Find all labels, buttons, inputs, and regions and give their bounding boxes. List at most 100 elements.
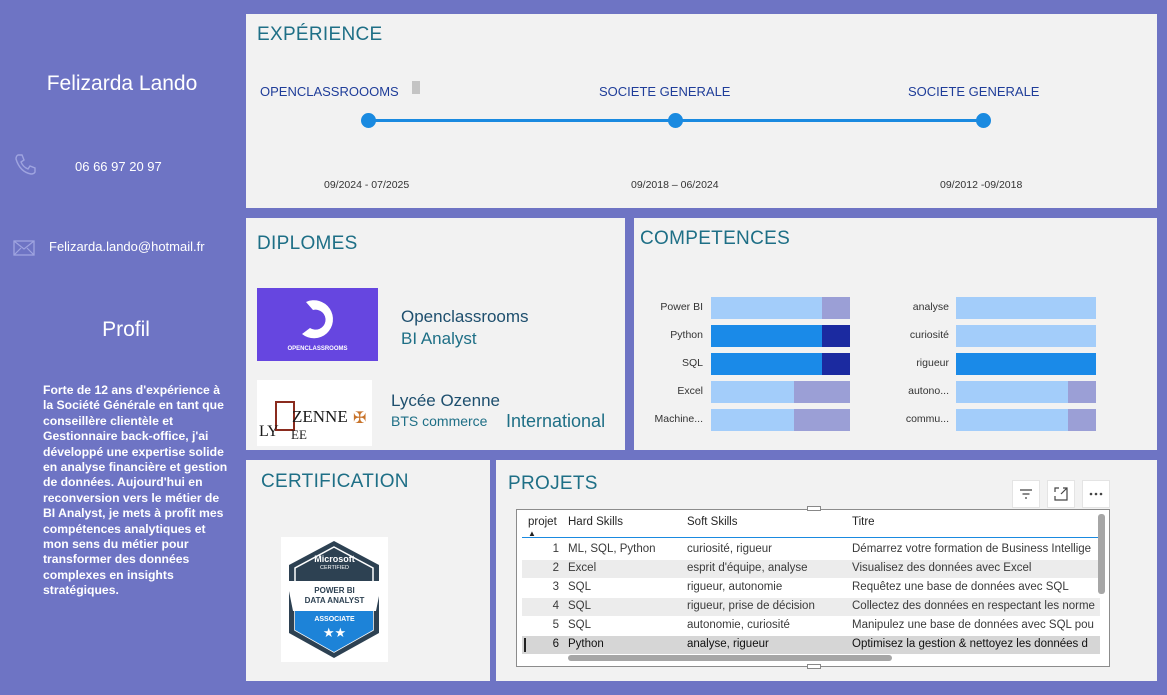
resize-handle[interactable] bbox=[807, 506, 821, 511]
table-cell: Visualisez des données avec Excel bbox=[852, 562, 1032, 574]
table-cell: analyse, rigueur bbox=[687, 638, 769, 650]
diplome-degree: International bbox=[506, 411, 606, 431]
skill-bar-fill[interactable] bbox=[956, 381, 1068, 403]
column-header[interactable]: projet bbox=[528, 516, 557, 528]
openclassrooms-logo: OPENCLASSROOMS bbox=[257, 288, 378, 361]
table-cell: SQL bbox=[568, 581, 592, 593]
star-icon: ★★ bbox=[322, 625, 347, 640]
row-selected-marker bbox=[524, 638, 526, 652]
badge-level: ASSOCIATE bbox=[314, 616, 355, 623]
skill-bar-remaining[interactable] bbox=[794, 381, 850, 403]
skill-label: Machine... bbox=[654, 413, 703, 425]
column-header[interactable]: Hard Skills bbox=[568, 516, 623, 528]
certification-badge: Microsoft CERTIFIED POWER BI DATA ANALYS… bbox=[281, 537, 388, 662]
badge-sub: CERTIFIED bbox=[320, 565, 349, 571]
table-cell: Collectez des données en respectant les … bbox=[852, 600, 1095, 612]
skill-bar-remaining[interactable] bbox=[822, 353, 850, 375]
skill-label: Excel bbox=[677, 385, 703, 397]
horizontal-scrollbar[interactable] bbox=[568, 655, 892, 661]
diplomes-title: DIPLOMES bbox=[257, 233, 358, 254]
projets-title: PROJETS bbox=[508, 473, 598, 494]
skill-label: curiosité bbox=[909, 329, 949, 341]
badge-line2: DATA ANALYST bbox=[304, 596, 365, 605]
timeline-dot[interactable] bbox=[361, 113, 376, 128]
experience-company: SOCIETE GENERALE bbox=[599, 84, 731, 99]
profile-name: Felizarda Lando bbox=[46, 72, 198, 95]
skill-bar-remaining[interactable] bbox=[822, 325, 850, 347]
logo-text: EE bbox=[291, 427, 307, 442]
timeline-dot[interactable] bbox=[976, 113, 991, 128]
experience-dates: 09/2024 - 07/2025 bbox=[324, 179, 410, 191]
profil-text: Forte de 12 ans d'expérience à la Sociét… bbox=[43, 383, 228, 598]
skill-label: rigueur bbox=[916, 357, 949, 369]
skill-label: SQL bbox=[681, 357, 703, 369]
column-header[interactable]: Titre bbox=[852, 516, 875, 528]
skill-bar-fill[interactable] bbox=[711, 297, 822, 319]
table-cell: 5 bbox=[552, 619, 559, 631]
table-cell: esprit d'équipe, analyse bbox=[687, 562, 808, 574]
focus-mode-icon[interactable] bbox=[1047, 480, 1075, 508]
table-cell: 2 bbox=[552, 562, 559, 574]
table-cell: Requêtez une base de données avec SQL bbox=[852, 581, 1069, 593]
email-address: Felizarda.lando@hotmail.fr bbox=[49, 239, 205, 254]
table-cell: Python bbox=[568, 638, 604, 650]
skill-bar-fill[interactable] bbox=[711, 381, 794, 403]
more-options-icon[interactable] bbox=[1082, 480, 1110, 508]
skill-bar-fill[interactable] bbox=[711, 353, 822, 375]
profil-title: Profil bbox=[102, 318, 150, 341]
logo-text: LY bbox=[259, 423, 279, 440]
header-separator bbox=[522, 537, 1100, 538]
scroll-marker bbox=[412, 81, 420, 94]
skill-bar-fill[interactable] bbox=[711, 409, 794, 431]
table-cell: 6 bbox=[552, 638, 559, 650]
skill-label: autono... bbox=[908, 385, 949, 397]
table-cell: Manipulez une base de données avec SQL p… bbox=[852, 619, 1094, 631]
experience-title: EXPÉRIENCE bbox=[257, 24, 383, 45]
skill-label: commu... bbox=[905, 413, 949, 425]
skill-bar-fill[interactable] bbox=[956, 325, 1096, 347]
table-cell: rigueur, autonomie bbox=[687, 581, 783, 593]
table-cell: 4 bbox=[552, 600, 559, 612]
table-cell: ML, SQL, Python bbox=[568, 543, 656, 555]
skill-bar-remaining[interactable] bbox=[1068, 381, 1096, 403]
openclassrooms-logo-text: OPENCLASSROOMS bbox=[287, 346, 348, 352]
diplome-degree: BI Analyst bbox=[401, 329, 477, 348]
filter-icon[interactable] bbox=[1012, 480, 1040, 508]
skill-bar-remaining[interactable] bbox=[822, 297, 850, 319]
timeline-dot[interactable] bbox=[668, 113, 683, 128]
skill-label: Power BI bbox=[660, 301, 703, 313]
table-cell: Optimisez la gestion & nettoyez les donn… bbox=[852, 638, 1088, 650]
table-cell: SQL bbox=[568, 619, 592, 631]
cross-icon: ✠ bbox=[353, 410, 367, 427]
table-cell: 1 bbox=[552, 543, 559, 555]
table-cell: autonomie, curiosité bbox=[687, 619, 790, 631]
certification-title: CERTIFICATION bbox=[261, 471, 409, 492]
skill-bar-remaining[interactable] bbox=[1068, 409, 1096, 431]
column-header[interactable]: Soft Skills bbox=[687, 516, 738, 528]
mail-icon bbox=[13, 240, 35, 256]
badge-brand: Microsoft bbox=[314, 554, 355, 564]
diplome-degree: BTS commerce bbox=[391, 413, 488, 429]
profile-sidebar: Felizarda Lando 06 66 97 20 97 Felizarda… bbox=[0, 0, 244, 695]
skill-bar-fill[interactable] bbox=[711, 325, 822, 347]
competences-title: COMPETENCES bbox=[640, 228, 791, 249]
logo-text: ZENNE bbox=[292, 407, 348, 426]
badge-line1: POWER BI bbox=[314, 586, 355, 595]
phone-number: 06 66 97 20 97 bbox=[75, 159, 162, 174]
diplome-school: Openclassrooms bbox=[401, 307, 529, 326]
lycee-ozenne-logo: ZENNE LY EE ✠ bbox=[257, 380, 372, 446]
experience-dates: 09/2018 – 06/2024 bbox=[631, 179, 719, 191]
table-cell: curiosité, rigueur bbox=[687, 543, 773, 555]
table-cell: Excel bbox=[568, 562, 597, 574]
skill-bar-fill[interactable] bbox=[956, 409, 1068, 431]
skill-bar-fill[interactable] bbox=[956, 353, 1096, 375]
skill-bar-remaining[interactable] bbox=[794, 409, 850, 431]
vertical-scrollbar[interactable] bbox=[1098, 514, 1105, 594]
table-cell: Démarrez votre formation de Business Int… bbox=[852, 543, 1092, 555]
skill-label: Python bbox=[670, 329, 703, 341]
phone-icon bbox=[15, 154, 36, 175]
skill-label: analyse bbox=[912, 301, 949, 313]
table-cell: SQL bbox=[568, 600, 592, 612]
resize-handle[interactable] bbox=[807, 664, 821, 669]
skill-bar-fill[interactable] bbox=[956, 297, 1096, 319]
